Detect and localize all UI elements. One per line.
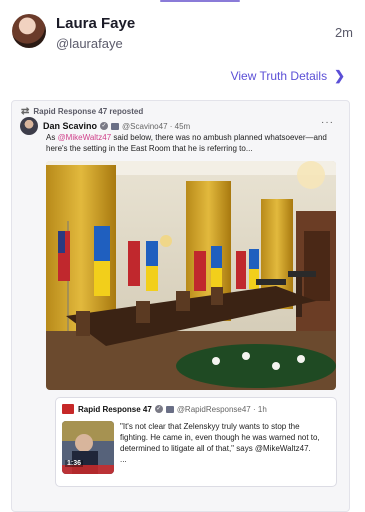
repost-indicator: ⇄ Rapid Response 47 reposted	[21, 106, 143, 117]
author-text: Laura Faye @laurafaye	[56, 14, 135, 52]
inner-author-name[interactable]: Dan Scavino	[43, 121, 97, 131]
repost-icon: ⇄	[21, 106, 30, 117]
rapid-response-logo-icon	[62, 404, 74, 414]
video-thumbnail[interactable]: 1:36	[62, 421, 114, 474]
quoted-post-text: "It's not clear that Zelenskyy truly wan…	[120, 421, 325, 465]
view-truth-details-label: View Truth Details	[230, 69, 328, 83]
quoted-post-ellipsis: ...	[120, 455, 127, 464]
flag-icon	[111, 122, 120, 130]
quoted-post-card[interactable]: Rapid Response 47 ✓ @RapidResponse47 · 1…	[55, 397, 337, 487]
video-duration: 1:36	[65, 460, 84, 467]
east-room-photo-graphic	[46, 161, 336, 390]
quoted-author-handle: @RapidResponse47 · 1h	[176, 404, 267, 414]
post-text-prefix: As	[46, 133, 58, 142]
verified-icon: ✓	[100, 122, 109, 130]
view-truth-details-link[interactable]: View Truth Details ❯	[231, 68, 345, 84]
quoted-author-name[interactable]: Rapid Response 47	[78, 405, 152, 414]
quoted-post-header: Rapid Response 47 ✓ @RapidResponse47 · 1…	[62, 404, 267, 414]
more-options-icon[interactable]: ···	[321, 117, 334, 128]
avatar[interactable]	[12, 14, 46, 48]
repost-label: Rapid Response 47 reposted	[33, 107, 144, 116]
flag-icon	[165, 405, 174, 413]
verified-icon: ✓	[154, 405, 163, 413]
post-time: 2m	[334, 25, 353, 40]
mention-link[interactable]: @MikeWaltz47	[58, 133, 112, 142]
top-accent	[0, 0, 365, 2]
quoted-post-body: "It's not clear that Zelenskyy truly wan…	[120, 422, 320, 453]
author-handle[interactable]: @laurafaye	[56, 35, 135, 52]
inner-author-handle: @Scavino47 · 45m	[122, 121, 191, 131]
author-header: Laura Faye @laurafaye 2m	[12, 14, 353, 52]
active-tab-indicator	[160, 0, 240, 2]
east-room-photo[interactable]	[46, 161, 336, 390]
reposted-post-card[interactable]: ⇄ Rapid Response 47 reposted Dan Scavino…	[11, 100, 350, 512]
chevron-right-icon: ❯	[334, 68, 345, 83]
author-display-name[interactable]: Laura Faye	[56, 15, 135, 33]
inner-avatar[interactable]	[20, 117, 38, 135]
inner-post-text: As @MikeWaltz47 said below, there was no…	[46, 132, 342, 154]
